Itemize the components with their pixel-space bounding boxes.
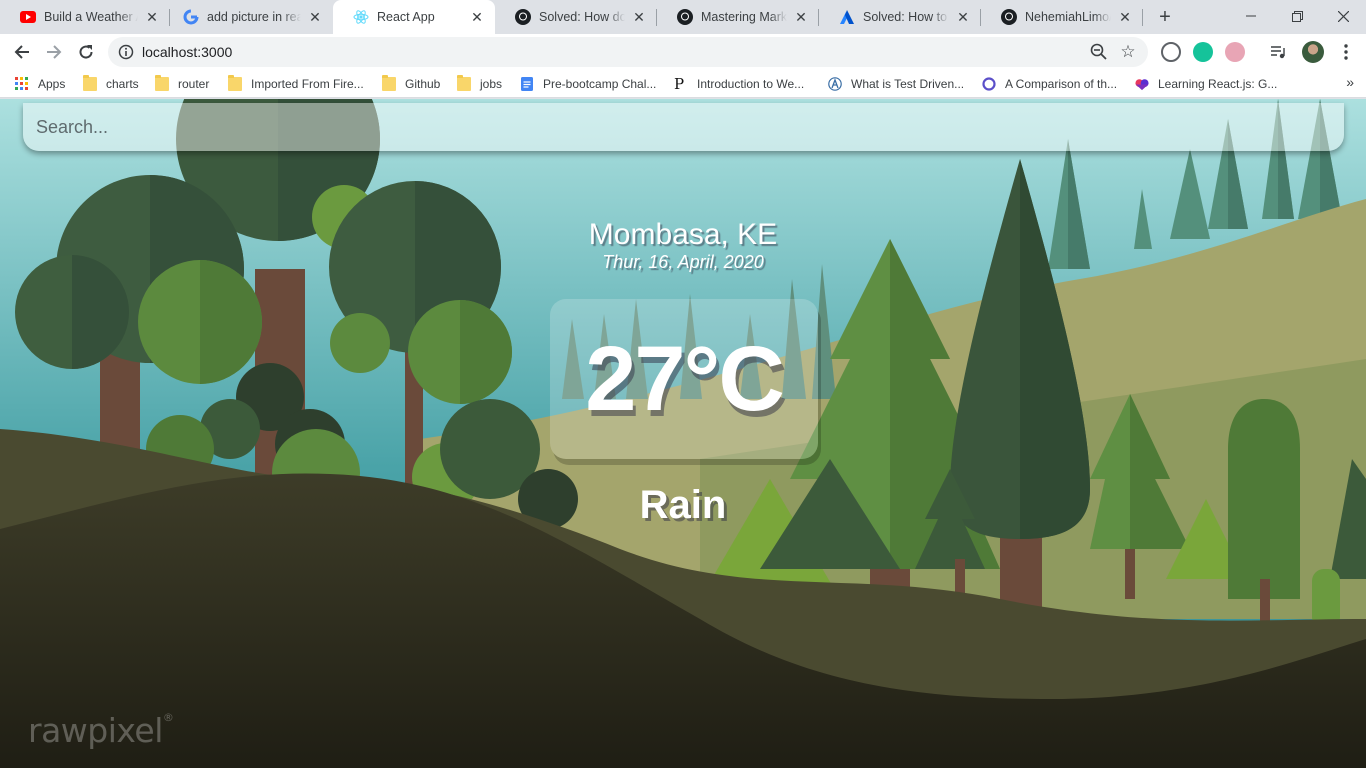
tab-title: Mastering Markdown: [701, 10, 787, 24]
bookmark-label: jobs: [480, 77, 503, 91]
bookmark-label: router: [178, 77, 210, 91]
bookmark-pre-bootcamp[interactable]: Pre-bootcamp Chal...: [520, 75, 656, 93]
tab-solved-how-do-you[interactable]: Solved: How do you ✕: [495, 0, 657, 34]
folder-icon: [457, 75, 471, 91]
rawpixel-watermark: rawpixel®: [28, 711, 174, 750]
github-icon: [677, 9, 693, 25]
bookmark-label: Apps: [38, 77, 66, 91]
address-url[interactable]: localhost:3000: [142, 44, 232, 60]
minimize-button[interactable]: [1228, 0, 1274, 32]
watermark-text: rawpixel: [28, 711, 163, 750]
close-tab-icon[interactable]: ✕: [955, 9, 971, 25]
new-tab-button[interactable]: +: [1154, 6, 1176, 28]
extension-icon[interactable]: [1161, 42, 1181, 62]
bookmark-charts[interactable]: charts: [83, 75, 139, 93]
close-tab-icon[interactable]: ✕: [469, 9, 485, 25]
back-arrow-icon: [14, 45, 29, 59]
reload-icon: [79, 45, 93, 59]
bookmark-jobs[interactable]: jobs: [457, 75, 502, 93]
tab-strip: Build a Weather App ✕ add picture in rea…: [0, 0, 1366, 34]
bookmark-github[interactable]: Github: [382, 75, 440, 93]
close-window-button[interactable]: [1320, 0, 1366, 32]
bookmarks-overflow-button[interactable]: »: [1346, 74, 1354, 90]
github-icon: [515, 9, 531, 25]
browser-toolbar: localhost:3000 ☆: [0, 34, 1366, 70]
folder-icon: [382, 75, 396, 91]
tab-title: Build a Weather App: [44, 10, 138, 24]
page-viewport: Mombasa, KE Thur, 16, April, 2020 27°C R…: [0, 99, 1366, 768]
profile-avatar[interactable]: [1302, 41, 1324, 63]
bookmark-label: A Comparison of th...: [1005, 77, 1118, 91]
bookmark-label: Learning React.js: G...: [1158, 77, 1278, 91]
github-icon: [1001, 9, 1017, 25]
apps-grid-icon: [15, 77, 28, 90]
atlassian-icon: [839, 9, 855, 25]
search-bar: [23, 103, 1344, 151]
reload-button[interactable]: [72, 38, 100, 66]
site-info-icon[interactable]: [118, 44, 134, 60]
weather-condition: Rain: [639, 483, 727, 527]
address-bar[interactable]: localhost:3000 ☆: [108, 37, 1148, 67]
restore-button[interactable]: [1274, 0, 1320, 32]
temperature-card: 27°C: [550, 299, 818, 459]
bookmark-learning-react[interactable]: Learning React.js: G...: [1135, 75, 1277, 93]
bookmark-introduction[interactable]: P Introduction to We...: [674, 75, 804, 93]
bookmark-star-icon[interactable]: ☆: [1118, 42, 1138, 62]
react-icon: [353, 9, 369, 25]
a-logo-icon: [828, 77, 842, 91]
media-control-icon[interactable]: [1268, 42, 1288, 62]
extension-icon[interactable]: [1225, 42, 1245, 62]
tab-nehemiahlimo[interactable]: NehemiahLimo/We ✕: [981, 0, 1143, 34]
forward-arrow-icon: [47, 45, 62, 59]
tab-weather-app[interactable]: Build a Weather App ✕: [0, 0, 170, 34]
zoom-icon[interactable]: [1090, 43, 1108, 61]
bookmark-comparison[interactable]: A Comparison of th...: [982, 75, 1117, 93]
youtube-icon: [20, 9, 36, 25]
tab-solved-how-to-add[interactable]: Solved: How to add ✕: [819, 0, 981, 34]
grammarly-icon[interactable]: [1193, 42, 1213, 62]
tab-title: NehemiahLimo/We: [1025, 10, 1111, 24]
bookmark-label: Introduction to We...: [697, 77, 805, 91]
temperature-value: 27°C: [585, 327, 785, 430]
bookmark-label: Pre-bootcamp Chal...: [543, 77, 657, 91]
bookmark-apps[interactable]: Apps: [15, 75, 65, 93]
close-tab-icon[interactable]: ✕: [1117, 9, 1133, 25]
p-logo-icon: P: [674, 75, 685, 93]
heart-logo-icon: [1135, 79, 1149, 91]
menu-kebab-icon[interactable]: [1336, 42, 1356, 62]
bookmarks-bar: Apps charts router Imported From Fire...…: [0, 70, 1366, 98]
close-tab-icon[interactable]: ✕: [631, 9, 647, 25]
google-icon: [183, 9, 199, 25]
tab-react-app[interactable]: React App ✕: [333, 0, 495, 34]
back-button[interactable]: [8, 38, 36, 66]
tab-add-picture[interactable]: add picture in react ✕: [163, 0, 333, 34]
close-tab-icon[interactable]: ✕: [307, 9, 323, 25]
bookmark-test-driven[interactable]: What is Test Driven...: [828, 75, 964, 93]
ring-logo-icon: [982, 77, 996, 91]
bookmark-label: charts: [106, 77, 139, 91]
search-input[interactable]: [23, 103, 1344, 151]
tab-title: Solved: How do you: [539, 10, 625, 24]
location-name: Mombasa, KE: [588, 218, 778, 251]
bookmark-imported[interactable]: Imported From Fire...: [228, 75, 364, 93]
tab-divider: [1142, 9, 1143, 26]
bookmark-router[interactable]: router: [155, 75, 209, 93]
bookmark-label: Github: [405, 77, 441, 91]
bookmark-label: What is Test Driven...: [851, 77, 965, 91]
google-docs-icon: [521, 77, 533, 91]
forward-button[interactable]: [40, 38, 68, 66]
folder-icon: [228, 75, 242, 91]
tab-title: React App: [377, 10, 435, 24]
folder-icon: [83, 75, 97, 91]
tab-mastering-markdown[interactable]: Mastering Markdown ✕: [657, 0, 819, 34]
bookmark-label: Imported From Fire...: [251, 77, 364, 91]
folder-icon: [155, 75, 169, 91]
close-tab-icon[interactable]: ✕: [793, 9, 809, 25]
close-tab-icon[interactable]: ✕: [144, 9, 160, 25]
tab-title: Solved: How to add: [863, 10, 949, 24]
tab-title: add picture in react: [207, 10, 301, 24]
current-date: Thur, 16, April, 2020: [602, 252, 764, 272]
